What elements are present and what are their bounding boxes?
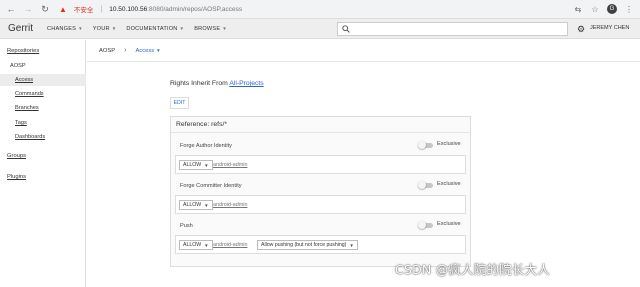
push-option-select[interactable]: Allow pushing (but not force pushing) ▼ (257, 240, 358, 250)
exclusive-toggle[interactable] (418, 181, 433, 189)
sidebar-plugins[interactable]: Plugins (7, 174, 26, 180)
sidebar: Repositories AOSP Access Commands Branch… (0, 40, 86, 287)
breadcrumb: AOSP › Access ▼ (87, 40, 640, 62)
permission-name: Forge Author Identity (180, 143, 232, 149)
rights-inherit-label: Rights Inherit From (170, 80, 228, 87)
chevron-down-icon: ▼ (111, 26, 117, 31)
url-separator: | (100, 5, 103, 13)
breadcrumb-section-label: Access (135, 47, 155, 54)
sidebar-item-commands[interactable]: Commands (15, 91, 44, 97)
sidebar-active-highlight (0, 74, 86, 86)
main-menu: CHANGES ▼ YOUR ▼ DOCUMENTATION ▼ BROWSE ▼ (42, 26, 232, 32)
watermark: CSDN @疯人院的院长大人 (395, 262, 550, 277)
chevron-down-icon: ▼ (156, 48, 161, 53)
group-link[interactable]: android-admin (213, 162, 247, 168)
menu-your[interactable]: YOUR ▼ (88, 26, 122, 32)
gerrit-logo[interactable]: Gerrit (0, 23, 42, 34)
exclusive-toggle[interactable] (418, 141, 433, 149)
toggle-knob (418, 141, 426, 149)
breadcrumb-section-dropdown[interactable]: Access ▼ (135, 48, 160, 54)
user-menu[interactable]: JEREMY CHEN (590, 25, 629, 31)
url-host: 10.50.100.56 (109, 5, 148, 13)
sidebar-repo-name: AOSP (10, 63, 26, 69)
reference-title: Reference: refs/* (176, 121, 227, 128)
permission-name: Forge Committer Identity (180, 183, 242, 189)
chevron-down-icon: ▼ (78, 26, 83, 31)
sidebar-item-access[interactable]: Access (15, 77, 33, 83)
sidebar-item-dashboards[interactable]: Dashboards (15, 134, 45, 140)
sidebar-item-tags[interactable]: Tags (15, 120, 27, 126)
permission-name: Push (180, 223, 193, 229)
edit-button[interactable]: EDIT (170, 97, 189, 109)
chevron-down-icon: ▼ (349, 242, 354, 248)
rights-inherit: Rights Inherit From All-Projects (170, 80, 264, 87)
action-select[interactable]: ALLOW ▼ (179, 240, 213, 250)
address-bar[interactable]: 10.50.100.56:8080/admin/repos/AOSP,acces… (109, 6, 242, 13)
push-option-value: Allow pushing (but not force pushing) (261, 242, 347, 248)
permission-rule: ALLOW ▼ android-admin Allow pushing (but … (175, 235, 466, 254)
profile-avatar[interactable]: G (607, 4, 617, 14)
main-content: AOSP › Access ▼ Rights Inherit From All-P… (87, 40, 640, 287)
permission-rule: ALLOW ▼ android-admin (175, 155, 466, 174)
breadcrumb-repo[interactable]: AOSP (99, 48, 115, 54)
url-path: :8080/admin/repos/AOSP,access (147, 5, 243, 13)
sidebar-item-branches[interactable]: Branches (15, 105, 39, 111)
translate-icon[interactable]: ⇆ (573, 4, 583, 14)
sidebar-repositories[interactable]: Repositories (7, 48, 39, 54)
inherit-project-link[interactable]: All-Projects (229, 80, 263, 87)
exclusive-label: Exclusive (437, 141, 461, 147)
exclusive-label: Exclusive (437, 181, 461, 187)
browser-toolbar: ← → ↻ ▲ 不安全 | 10.50.100.56:8080/admin/re… (0, 0, 640, 19)
action-select[interactable]: ALLOW ▼ (179, 200, 213, 210)
menu-browse-label: BROWSE (194, 25, 221, 32)
reference-section: Reference: refs/* Forge Author Identity … (170, 116, 471, 267)
search-box[interactable] (337, 22, 568, 36)
exclusive-label: Exclusive (437, 221, 461, 227)
insecure-label: 不安全 (73, 7, 94, 14)
menu-documentation[interactable]: DOCUMENTATION ▼ (121, 26, 189, 32)
menu-changes[interactable]: CHANGES ▼ (42, 26, 88, 32)
exclusive-toggle[interactable] (418, 221, 433, 229)
group-link[interactable]: android-admin (213, 202, 247, 208)
menu-browse[interactable]: BROWSE ▼ (189, 26, 232, 32)
gear-icon[interactable]: ⚙ (577, 24, 586, 34)
warning-icon: ▲ (59, 4, 67, 14)
action-select-value: ALLOW (183, 162, 202, 168)
bookmark-star-icon[interactable]: ☆ (590, 4, 600, 14)
gerrit-header: Gerrit CHANGES ▼ YOUR ▼ DOCUMENTATION ▼ BRO… (0, 19, 640, 39)
toggle-knob (418, 181, 426, 189)
breadcrumb-separator: › (124, 47, 127, 54)
reload-icon[interactable]: ↻ (40, 4, 50, 14)
search-input[interactable] (353, 26, 567, 32)
action-select-value: ALLOW (183, 242, 202, 248)
chevron-down-icon: ▼ (204, 202, 209, 208)
action-select[interactable]: ALLOW ▼ (179, 160, 213, 170)
action-select-value: ALLOW (183, 202, 202, 208)
chevron-down-icon: ▼ (204, 162, 209, 168)
toggle-knob (418, 221, 426, 229)
chevron-down-icon: ▼ (179, 26, 185, 31)
menu-your-label: YOUR (92, 25, 110, 32)
divider (171, 132, 470, 133)
forward-icon[interactable]: → (23, 4, 33, 14)
chevron-down-icon: ▼ (204, 242, 209, 248)
search-icon (342, 25, 350, 33)
more-menu-icon[interactable]: ⋮ (624, 4, 634, 14)
permission-rule: ALLOW ▼ android-admin (175, 195, 466, 214)
chevron-down-icon: ▼ (222, 26, 227, 31)
sidebar-groups[interactable]: Groups (7, 153, 26, 159)
menu-changes-label: CHANGES (47, 25, 77, 32)
back-icon[interactable]: ← (6, 4, 16, 14)
menu-documentation-label: DOCUMENTATION (126, 25, 178, 32)
group-link[interactable]: android-admin (213, 242, 247, 248)
